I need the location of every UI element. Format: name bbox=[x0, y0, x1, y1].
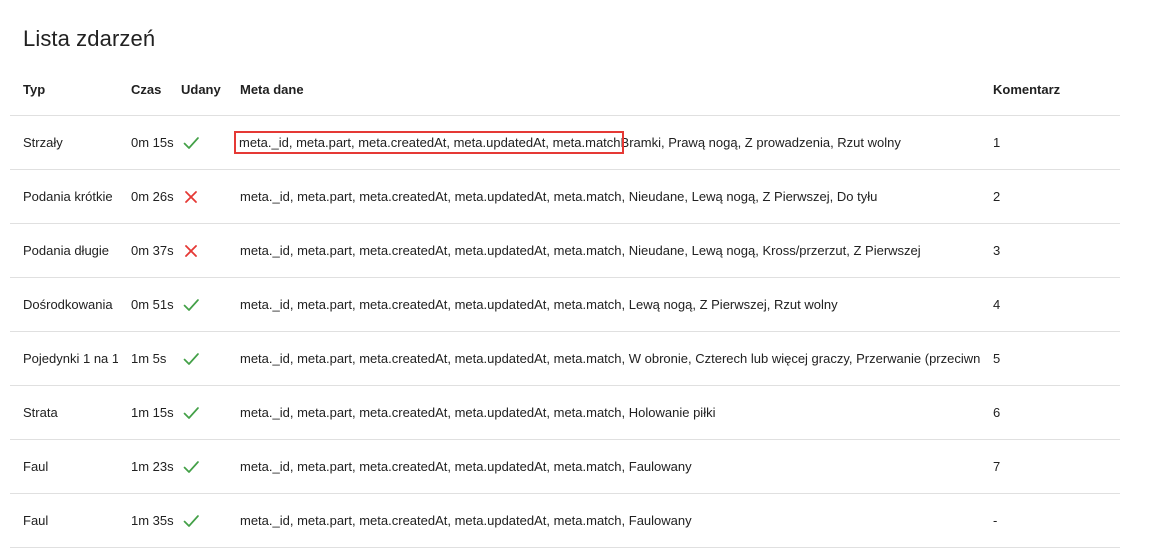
check-icon bbox=[181, 349, 201, 369]
table-row[interactable]: Strata 1m 15s meta._id, meta.part, meta.… bbox=[10, 385, 1120, 440]
meta-prefix: meta._id, meta.part, meta.createdAt, met… bbox=[240, 405, 622, 420]
cell-czas: 1m 35s bbox=[118, 493, 176, 548]
cell-komentarz: 2 bbox=[980, 169, 1120, 224]
cell-czas: 1m 5s bbox=[118, 331, 176, 386]
cell-typ: Podania długie bbox=[10, 223, 118, 278]
cell-czas: 1m 15s bbox=[118, 385, 176, 440]
cell-typ: Podania krótkie bbox=[10, 169, 118, 224]
table-row[interactable]: Strzały 0m 15s meta._id, meta.part, meta… bbox=[10, 115, 1120, 170]
cell-udany bbox=[176, 223, 227, 278]
cell-typ: Faul bbox=[10, 439, 118, 494]
header-typ[interactable]: Typ bbox=[10, 64, 118, 116]
meta-suffix: Bramki, Prawą nogą, Z prowadzenia, Rzut … bbox=[620, 135, 901, 150]
check-icon bbox=[181, 457, 201, 477]
meta-prefix: meta._id, meta.part, meta.createdAt, met… bbox=[240, 351, 622, 366]
cell-udany bbox=[176, 385, 227, 440]
check-icon bbox=[181, 511, 201, 531]
cell-komentarz: 7 bbox=[980, 439, 1120, 494]
meta-prefix: meta._id, meta.part, meta.createdAt, met… bbox=[240, 189, 622, 204]
meta-suffix: , Faulowany bbox=[621, 513, 692, 528]
cell-komentarz: 4 bbox=[980, 277, 1120, 332]
cell-czas: 0m 51s bbox=[118, 277, 176, 332]
check-icon bbox=[181, 403, 201, 423]
cell-meta-dane: meta._id, meta.part, meta.createdAt, met… bbox=[227, 439, 980, 494]
table-row[interactable]: Faul 1m 23s meta._id, meta.part, meta.cr… bbox=[10, 439, 1120, 494]
table-row[interactable]: Dośrodkowania 0m 51s meta._id, meta.part… bbox=[10, 277, 1120, 332]
table-row[interactable]: Podania długie 0m 37s meta._id, meta.par… bbox=[10, 223, 1120, 278]
header-czas[interactable]: Czas bbox=[118, 64, 176, 116]
cell-typ: Strata bbox=[10, 385, 118, 440]
cell-meta-dane: meta._id, meta.part, meta.createdAt, met… bbox=[227, 331, 980, 386]
cell-czas: 0m 26s bbox=[118, 169, 176, 224]
cell-typ: Faul bbox=[10, 493, 118, 548]
meta-suffix: , Faulowany bbox=[621, 459, 692, 474]
meta-prefix: meta._id, meta.part, meta.createdAt, met… bbox=[240, 459, 622, 474]
table-row[interactable]: Faul 1m 35s meta._id, meta.part, meta.cr… bbox=[10, 493, 1120, 548]
cell-udany bbox=[176, 439, 227, 494]
cell-komentarz: 1 bbox=[980, 115, 1120, 170]
meta-suffix: , Nieudane, Lewą nogą, Kross/przerzut, Z… bbox=[621, 243, 921, 258]
cell-czas: 0m 37s bbox=[118, 223, 176, 278]
cell-czas: 1m 23s bbox=[118, 439, 176, 494]
meta-prefix-highlighted: meta._id, meta.part, meta.createdAt, met… bbox=[234, 131, 624, 154]
cell-typ: Dośrodkowania bbox=[10, 277, 118, 332]
header-meta-dane[interactable]: Meta dane bbox=[227, 64, 980, 116]
cell-udany bbox=[176, 115, 227, 170]
cell-typ: Pojedynki 1 na 1 bbox=[10, 331, 118, 386]
check-icon bbox=[181, 133, 201, 153]
check-icon bbox=[181, 295, 201, 315]
events-table: Typ Czas Udany Meta dane Komentarz Strza… bbox=[10, 64, 1120, 548]
cell-komentarz: 3 bbox=[980, 223, 1120, 278]
header-komentarz[interactable]: Komentarz bbox=[980, 64, 1120, 116]
meta-prefix: meta._id, meta.part, meta.createdAt, met… bbox=[240, 297, 622, 312]
meta-prefix: meta._id, meta.part, meta.createdAt, met… bbox=[240, 513, 622, 528]
meta-prefix: meta._id, meta.part, meta.createdAt, met… bbox=[240, 243, 622, 258]
meta-suffix: , Holowanie piłki bbox=[621, 405, 716, 420]
cross-icon bbox=[181, 241, 201, 261]
cell-komentarz: - bbox=[980, 493, 1120, 548]
meta-suffix: , Nieudane, Lewą nogą, Z Pierwszej, Do t… bbox=[621, 189, 878, 204]
cell-udany bbox=[176, 169, 227, 224]
cell-komentarz: 5 bbox=[980, 331, 1120, 386]
meta-suffix: , Lewą nogą, Z Pierwszej, Rzut wolny bbox=[621, 297, 838, 312]
cell-meta-dane: meta._id, meta.part, meta.createdAt, met… bbox=[227, 169, 980, 224]
cross-icon bbox=[181, 187, 201, 207]
table-row[interactable]: Pojedynki 1 na 1 1m 5s meta._id, meta.pa… bbox=[10, 331, 1120, 386]
cell-typ: Strzały bbox=[10, 115, 118, 170]
cell-meta-dane: meta._id, meta.part, meta.createdAt, met… bbox=[227, 223, 980, 278]
header-udany[interactable]: Udany bbox=[176, 64, 227, 116]
cell-udany bbox=[176, 493, 227, 548]
meta-suffix: , W obronie, Czterech lub więcej graczy,… bbox=[621, 351, 980, 366]
table-header-row: Typ Czas Udany Meta dane Komentarz bbox=[10, 64, 1120, 116]
cell-komentarz: 6 bbox=[980, 385, 1120, 440]
page-title: Lista zdarzeń bbox=[23, 26, 156, 51]
cell-czas: 0m 15s bbox=[118, 115, 176, 170]
cell-meta-dane: meta._id, meta.part, meta.createdAt, met… bbox=[227, 493, 980, 548]
cell-udany bbox=[176, 277, 227, 332]
cell-meta-dane: meta._id, meta.part, meta.createdAt, met… bbox=[227, 115, 980, 170]
table-row[interactable]: Podania krótkie 0m 26s meta._id, meta.pa… bbox=[10, 169, 1120, 224]
cell-meta-dane: meta._id, meta.part, meta.createdAt, met… bbox=[227, 277, 980, 332]
cell-meta-dane: meta._id, meta.part, meta.createdAt, met… bbox=[227, 385, 980, 440]
cell-udany bbox=[176, 331, 227, 386]
